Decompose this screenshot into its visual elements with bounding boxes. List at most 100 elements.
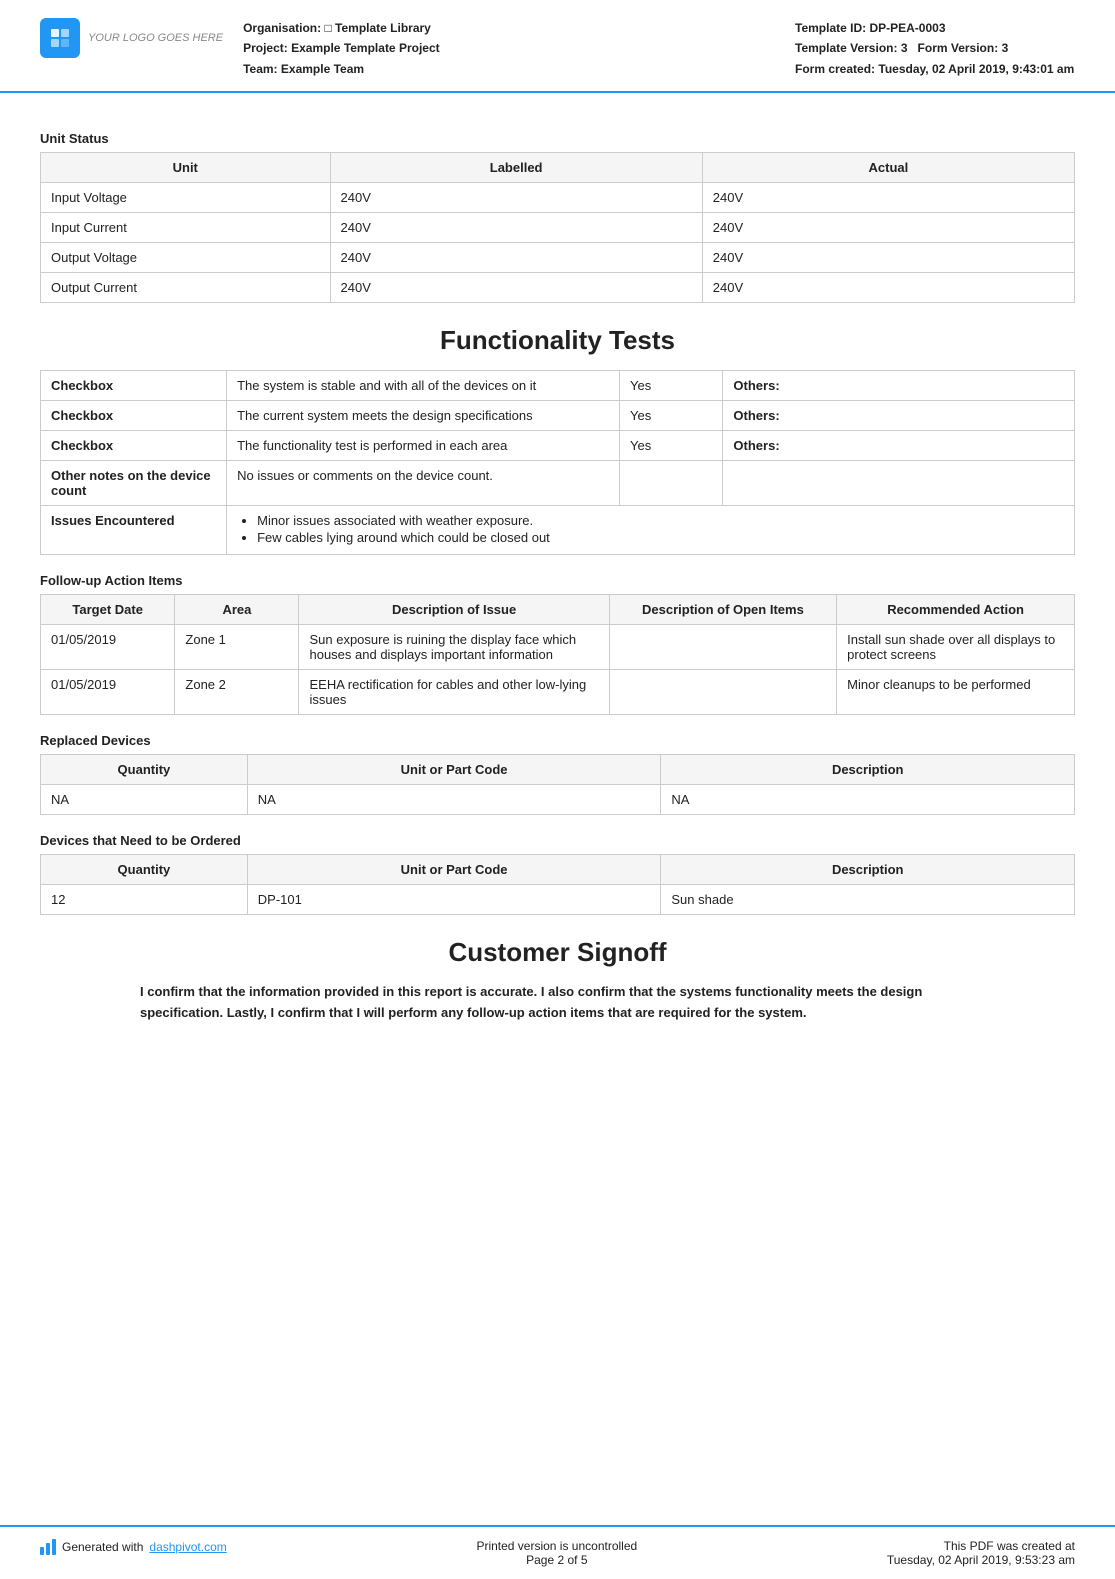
func-label: Checkbox bbox=[41, 431, 227, 461]
table-row: Input Voltage240V240V bbox=[41, 183, 1075, 213]
func-bullets: Minor issues associated with weather exp… bbox=[227, 506, 1075, 555]
unit-status-tbody: Input Voltage240V240VInput Current240V24… bbox=[41, 183, 1075, 303]
bar1 bbox=[40, 1547, 44, 1555]
header: YOUR LOGO GOES HERE Organisation: □ Temp… bbox=[0, 0, 1115, 93]
func-label: Checkbox bbox=[41, 401, 227, 431]
content: Unit Status Unit Labelled Actual Input V… bbox=[0, 93, 1115, 1525]
functionality-tests-title: Functionality Tests bbox=[40, 325, 1075, 356]
func-description: The current system meets the design spec… bbox=[227, 401, 620, 431]
table-cell bbox=[609, 625, 836, 670]
signoff-text: I confirm that the information provided … bbox=[140, 982, 975, 1024]
header-right: Template ID: DP-PEA-0003 Template Versio… bbox=[795, 18, 1075, 79]
table-row: 12DP-101Sun shade bbox=[41, 885, 1075, 915]
replaced-header-row: Quantity Unit or Part Code Description bbox=[41, 755, 1075, 785]
footer-right: This PDF was created at Tuesday, 02 Apri… bbox=[887, 1539, 1075, 1567]
page: YOUR LOGO GOES HERE Organisation: □ Temp… bbox=[0, 0, 1115, 1579]
org-line: Organisation: □ Template Library bbox=[243, 18, 775, 38]
unit-col-labelled: Labelled bbox=[330, 153, 702, 183]
table-cell: Output Voltage bbox=[41, 243, 331, 273]
project-label: Project: bbox=[243, 41, 288, 55]
list-item: Few cables lying around which could be c… bbox=[257, 530, 1064, 545]
func-others: Others: bbox=[723, 371, 1075, 401]
unit-col-actual: Actual bbox=[702, 153, 1074, 183]
table-row: Input Current240V240V bbox=[41, 213, 1075, 243]
team-label: Team: bbox=[243, 62, 277, 76]
table-cell: NA bbox=[247, 785, 661, 815]
table-cell: Input Voltage bbox=[41, 183, 331, 213]
table-cell: 240V bbox=[330, 183, 702, 213]
dashpivot-icon bbox=[40, 1539, 56, 1555]
order-tbody: 12DP-101Sun shade bbox=[41, 885, 1075, 915]
signoff-title: Customer Signoff bbox=[40, 937, 1075, 968]
func-label: Checkbox bbox=[41, 371, 227, 401]
footer-created-label: This PDF was created at bbox=[887, 1539, 1075, 1553]
bar2 bbox=[46, 1543, 50, 1555]
form-version-label: Form Version: bbox=[918, 41, 999, 55]
action-col-open: Description of Open Items bbox=[609, 595, 836, 625]
func-label: Issues Encountered bbox=[41, 506, 227, 555]
replaced-col-desc: Description bbox=[661, 755, 1075, 785]
table-cell: 240V bbox=[702, 213, 1074, 243]
table-row: Other notes on the device countNo issues… bbox=[41, 461, 1075, 506]
func-value bbox=[620, 461, 723, 506]
bar3 bbox=[52, 1539, 56, 1555]
form-created-value: Tuesday, 02 April 2019, 9:43:01 am bbox=[878, 62, 1074, 76]
team-line: Team: Example Team bbox=[243, 59, 775, 79]
table-row: Output Current240V240V bbox=[41, 273, 1075, 303]
header-meta: Organisation: □ Template Library Project… bbox=[243, 18, 775, 79]
form-created-label: Form created: bbox=[795, 62, 875, 76]
func-others: Others: bbox=[723, 431, 1075, 461]
table-cell: Output Current bbox=[41, 273, 331, 303]
unit-status-heading: Unit Status bbox=[40, 131, 1075, 146]
table-cell: 240V bbox=[702, 183, 1074, 213]
action-header-row: Target Date Area Description of Issue De… bbox=[41, 595, 1075, 625]
table-row: 01/05/2019Zone 1Sun exposure is ruining … bbox=[41, 625, 1075, 670]
replaced-col-qty: Quantity bbox=[41, 755, 248, 785]
order-col-desc: Description bbox=[661, 855, 1075, 885]
unit-col-unit: Unit bbox=[41, 153, 331, 183]
table-cell: 240V bbox=[702, 243, 1074, 273]
func-tbody: CheckboxThe system is stable and with al… bbox=[41, 371, 1075, 555]
table-row: NANANA bbox=[41, 785, 1075, 815]
action-col-issue: Description of Issue bbox=[299, 595, 609, 625]
func-value: Yes bbox=[620, 371, 723, 401]
table-cell: Minor cleanups to be performed bbox=[837, 670, 1075, 715]
table-cell: NA bbox=[41, 785, 248, 815]
org-value: Template Library bbox=[335, 21, 431, 35]
template-id-line: Template ID: DP-PEA-0003 bbox=[795, 18, 1075, 38]
func-description: The system is stable and with all of the… bbox=[227, 371, 620, 401]
logo-icon bbox=[40, 18, 80, 58]
devices-order-table: Quantity Unit or Part Code Description 1… bbox=[40, 854, 1075, 915]
table-cell: Sun exposure is ruining the display face… bbox=[299, 625, 609, 670]
table-row: Output Voltage240V240V bbox=[41, 243, 1075, 273]
func-others bbox=[723, 461, 1075, 506]
order-col-code: Unit or Part Code bbox=[247, 855, 661, 885]
footer-center: Printed version is uncontrolled Page 2 o… bbox=[476, 1539, 637, 1567]
footer-created-date: Tuesday, 02 April 2019, 9:53:23 am bbox=[887, 1553, 1075, 1567]
logo-text: YOUR LOGO GOES HERE bbox=[88, 32, 223, 44]
team-value: Example Team bbox=[281, 62, 364, 76]
func-value: Yes bbox=[620, 401, 723, 431]
list-item: Minor issues associated with weather exp… bbox=[257, 513, 1064, 528]
table-cell: 12 bbox=[41, 885, 248, 915]
table-cell: Install sun shade over all displays to p… bbox=[837, 625, 1075, 670]
table-cell: Zone 2 bbox=[175, 670, 299, 715]
table-cell: 240V bbox=[330, 243, 702, 273]
order-header-row: Quantity Unit or Part Code Description bbox=[41, 855, 1075, 885]
table-cell: 01/05/2019 bbox=[41, 625, 175, 670]
footer-brand-link[interactable]: dashpivot.com bbox=[149, 1540, 226, 1554]
template-version-value: 3 bbox=[901, 41, 908, 55]
table-cell: Sun shade bbox=[661, 885, 1075, 915]
action-col-recommended: Recommended Action bbox=[837, 595, 1075, 625]
template-id-value: DP-PEA-0003 bbox=[869, 21, 945, 35]
followup-heading: Follow-up Action Items bbox=[40, 573, 1075, 588]
table-cell: 240V bbox=[330, 273, 702, 303]
footer-brand: Generated with dashpivot.com bbox=[40, 1539, 227, 1555]
devices-order-heading: Devices that Need to be Ordered bbox=[40, 833, 1075, 848]
template-id-label: Template ID: bbox=[795, 21, 866, 35]
table-cell: Input Current bbox=[41, 213, 331, 243]
replaced-tbody: NANANA bbox=[41, 785, 1075, 815]
order-col-qty: Quantity bbox=[41, 855, 248, 885]
project-line: Project: Example Template Project bbox=[243, 38, 775, 58]
func-description: No issues or comments on the device coun… bbox=[227, 461, 620, 506]
